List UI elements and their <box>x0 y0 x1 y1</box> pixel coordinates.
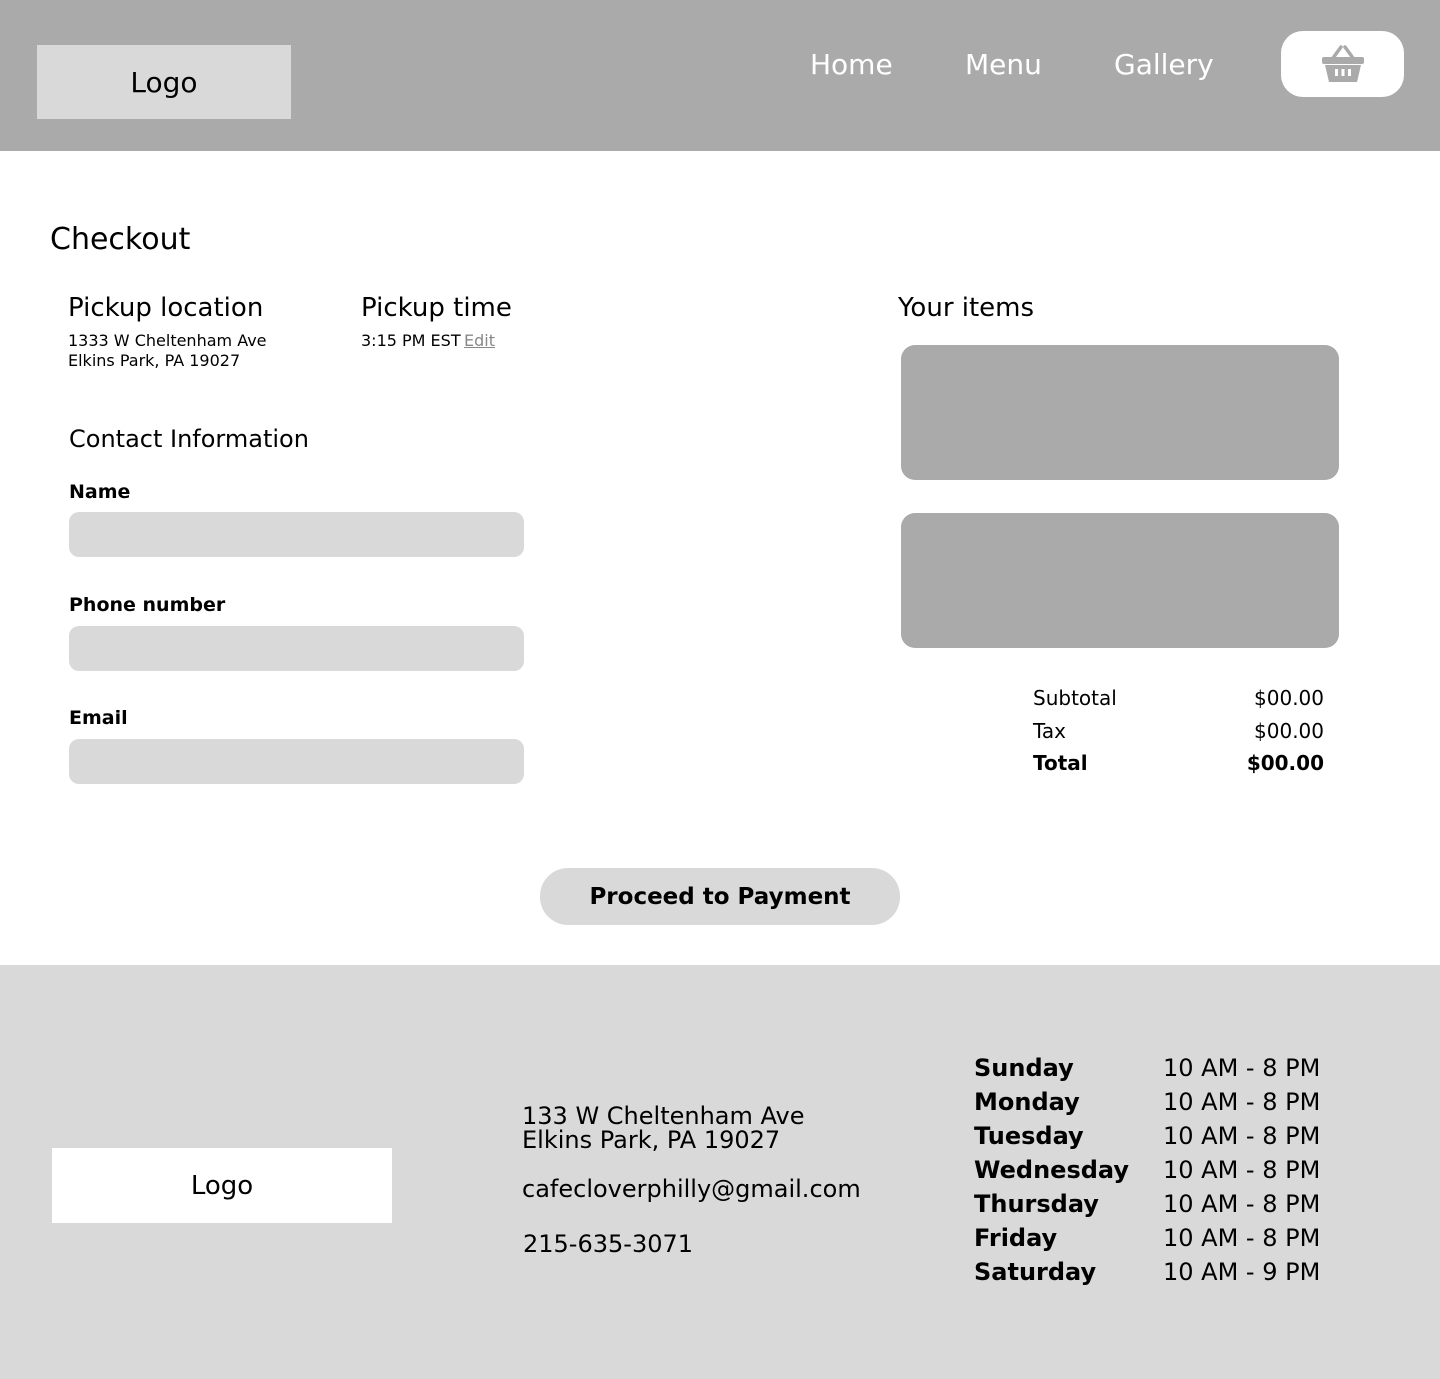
pickup-time-value: 3:15 PM EST <box>361 331 461 350</box>
tax-value: $00.00 <box>1254 719 1324 743</box>
hours-row: Tuesday 10 AM - 8 PM <box>974 1119 1334 1153</box>
contact-information-heading: Contact Information <box>69 425 309 453</box>
subtotal-value: $00.00 <box>1254 686 1324 710</box>
opening-hours: Sunday 10 AM - 8 PM Monday 10 AM - 8 PM … <box>974 1051 1334 1289</box>
hours-time: 10 AM - 8 PM <box>1163 1156 1321 1184</box>
site-header: Logo Home Menu Gallery <box>0 0 1440 151</box>
hours-day: Sunday <box>974 1054 1074 1082</box>
hours-time: 10 AM - 8 PM <box>1163 1224 1321 1252</box>
hours-time: 10 AM - 8 PM <box>1163 1054 1321 1082</box>
cart-item-card[interactable] <box>901 513 1339 648</box>
pickup-time-heading: Pickup time <box>361 293 512 323</box>
name-label: Name <box>69 481 131 503</box>
hours-day: Saturday <box>974 1258 1097 1286</box>
edit-pickup-time-link[interactable]: Edit <box>464 331 495 351</box>
hours-time: 10 AM - 8 PM <box>1163 1190 1321 1218</box>
your-items-heading: Your items <box>898 293 1035 323</box>
hours-day: Thursday <box>974 1190 1099 1218</box>
total-label: Total <box>1033 751 1088 775</box>
pickup-address-line2: Elkins Park, PA 19027 <box>68 351 241 370</box>
phone-input[interactable] <box>69 626 524 671</box>
nav-home-link[interactable]: Home <box>810 46 893 84</box>
hours-day: Monday <box>974 1088 1080 1116</box>
hours-time: 10 AM - 9 PM <box>1163 1258 1321 1286</box>
subtotal-label: Subtotal <box>1033 686 1117 710</box>
hours-row: Wednesday 10 AM - 8 PM <box>974 1153 1334 1187</box>
pickup-address-line1: 1333 W Cheltenham Ave <box>68 331 267 350</box>
header-logo[interactable]: Logo <box>37 45 291 119</box>
cart-button[interactable] <box>1281 31 1404 97</box>
hours-row: Sunday 10 AM - 8 PM <box>974 1051 1334 1085</box>
basket-icon <box>1321 45 1364 82</box>
nav-gallery-link[interactable]: Gallery <box>1114 46 1214 84</box>
footer-logo[interactable]: Logo <box>52 1148 392 1223</box>
email-label: Email <box>69 707 128 729</box>
nav-menu-link[interactable]: Menu <box>965 46 1042 84</box>
phone-label: Phone number <box>69 594 226 616</box>
footer-email[interactable]: cafecloverphilly@gmail.com <box>522 1176 861 1202</box>
total-value: $00.00 <box>1246 751 1324 775</box>
hours-row: Friday 10 AM - 8 PM <box>974 1221 1334 1255</box>
tax-label: Tax <box>1033 719 1066 743</box>
name-input[interactable] <box>69 512 524 557</box>
hours-row: Monday 10 AM - 8 PM <box>974 1085 1334 1119</box>
hours-time: 10 AM - 8 PM <box>1163 1122 1321 1150</box>
pickup-location-heading: Pickup location <box>68 293 264 323</box>
page-title: Checkout <box>50 222 191 257</box>
email-input[interactable] <box>69 739 524 784</box>
hours-day: Tuesday <box>974 1122 1084 1150</box>
hours-row: Thursday 10 AM - 8 PM <box>974 1187 1334 1221</box>
footer-address-line2: Elkins Park, PA 19027 <box>522 1126 781 1154</box>
proceed-to-payment-button[interactable]: Proceed to Payment <box>540 868 900 925</box>
hours-row: Saturday 10 AM - 9 PM <box>974 1255 1334 1289</box>
site-footer: Logo 133 W Cheltenham Ave Elkins Park, P… <box>0 965 1440 1379</box>
hours-time: 10 AM - 8 PM <box>1163 1088 1321 1116</box>
footer-phone[interactable]: 215-635-3071 <box>523 1231 693 1257</box>
cart-item-card[interactable] <box>901 345 1339 480</box>
hours-day: Friday <box>974 1224 1058 1252</box>
hours-day: Wednesday <box>974 1156 1130 1184</box>
